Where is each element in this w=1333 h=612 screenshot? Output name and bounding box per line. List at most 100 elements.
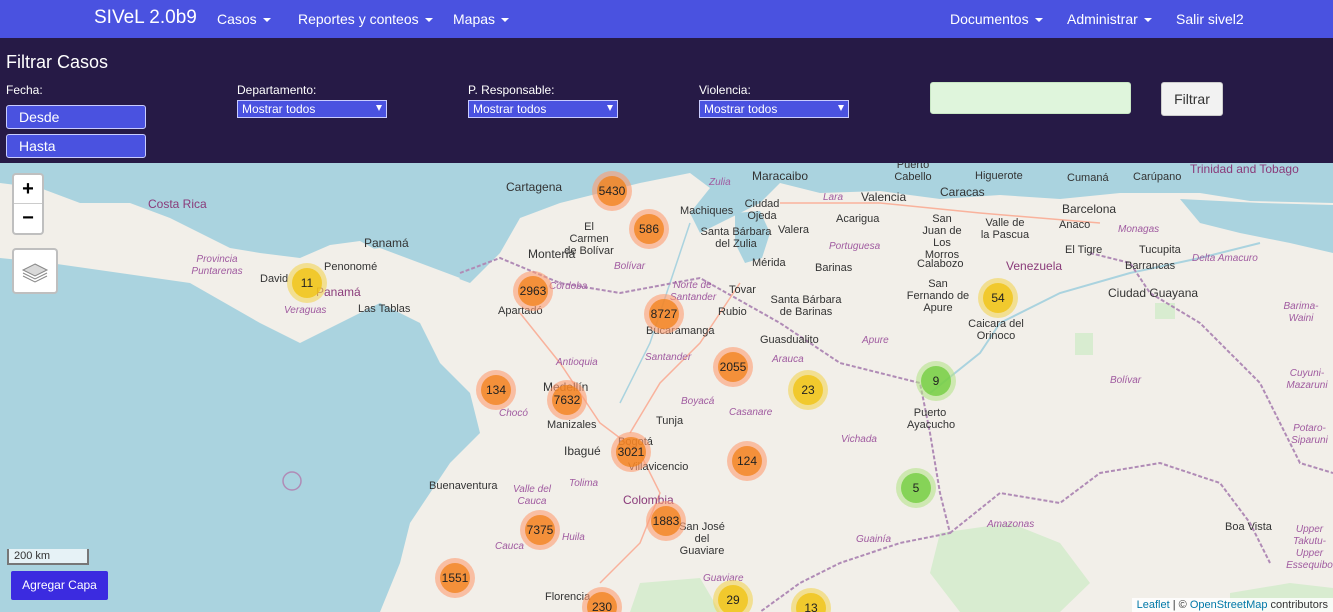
cluster-marker[interactable]: 586 (629, 209, 669, 249)
place-el-tigre: El Tigre (1065, 244, 1103, 256)
violencia-select[interactable]: Mostrar todos (699, 100, 849, 118)
place-anaco: Anaco (1059, 219, 1091, 231)
place-barcelona: Barcelona (1062, 202, 1117, 216)
cluster-marker[interactable]: 7632 (547, 380, 587, 420)
logout-link[interactable]: Salir sivel2 (1176, 11, 1244, 27)
region-amazonas: Amazonas (987, 519, 1035, 530)
region-casanare: Casanare (729, 407, 773, 418)
place-tunja: Tunja (656, 415, 684, 427)
cluster-marker[interactable]: 5 (896, 468, 936, 508)
chevron-down-icon (1034, 18, 1043, 23)
menu-mapas[interactable]: Mapas (453, 11, 510, 27)
cluster-marker[interactable]: 8727 (644, 294, 684, 334)
desde-button[interactable]: Desde (6, 105, 146, 129)
cluster-marker[interactable]: 2055 (713, 347, 753, 387)
region-cordoba: Córdoba (549, 281, 588, 292)
place-caicara: Caicara del Orinoco (968, 318, 1024, 342)
region-barima-waini: Barima-Waini (1283, 301, 1319, 324)
fecha-label: Fecha: (6, 83, 43, 97)
add-layer-button[interactable]: Agregar Capa (11, 571, 108, 600)
region-arauca: Arauca (772, 354, 804, 365)
cluster-marker[interactable]: 1551 (435, 558, 475, 598)
region-puntarenas: Provincia Puntarenas (191, 254, 243, 277)
map-canvas[interactable]: Cartagena Maracaibo Valencia Caracas Bar… (0, 163, 1333, 612)
map-attribution: Leaflet | © OpenStreetMap contributors (1131, 598, 1333, 612)
place-merida: Mérida (752, 257, 786, 269)
region-upper-takutu: Upper Takutu-Upper Essequibo (1286, 524, 1333, 571)
brand-title[interactable]: SIVeL 2.0b9 (94, 7, 197, 29)
cluster-marker[interactable]: 2963 (513, 271, 553, 311)
region-tolima: Tolima (569, 478, 599, 489)
place-valera: Valera (778, 224, 809, 236)
zoom-control: + − (12, 173, 44, 235)
place-las-tablas: Las Tablas (358, 303, 411, 315)
region-delta-amacuro: Delta Amacuro (1192, 253, 1258, 264)
departamento-select[interactable]: Mostrar todos (237, 100, 387, 118)
region-cauca: Cauca (495, 541, 524, 552)
cluster-marker[interactable]: 29 (713, 580, 753, 612)
region-guainia: Guainía (856, 534, 892, 545)
region-zulia: Zulia (709, 177, 731, 188)
cluster-marker[interactable]: 3021 (611, 432, 651, 472)
region-boyaca: Boyacá (681, 396, 715, 407)
place-maracaibo: Maracaibo (752, 169, 809, 183)
hasta-button[interactable]: Hasta (6, 134, 146, 158)
place-tucupita: Tucupita (1139, 244, 1181, 256)
filter-button[interactable]: Filtrar (1161, 82, 1223, 116)
place-calabozo: Calabozo (917, 258, 964, 270)
cluster-marker[interactable]: 1883 (646, 501, 686, 541)
region-monagas: Monagas (1118, 224, 1160, 235)
osm-link[interactable]: OpenStreetMap (1190, 599, 1268, 611)
region-cuyuni-mazaruni: Cuyuni-Mazaruni (1286, 368, 1328, 391)
cluster-marker[interactable]: 9 (916, 361, 956, 401)
place-el-carmen: El Carmen de Bolívar (564, 221, 614, 257)
region-veraguas: Veraguas (284, 305, 327, 316)
region-potaro-siparuni: Potaro-Siparuni (1291, 423, 1328, 446)
place-carupano: Carúpano (1133, 171, 1182, 183)
leaflet-link[interactable]: Leaflet (1137, 599, 1170, 611)
region-apure: Apure (862, 335, 889, 346)
menu-administrar[interactable]: Administrar (1067, 11, 1152, 27)
search-input[interactable] (930, 82, 1131, 114)
cluster-marker[interactable]: 124 (727, 441, 767, 481)
place-boa-vista: Boa Vista (1225, 521, 1272, 533)
region-santander: Santander (645, 352, 692, 363)
dropdown-arrow-icon (607, 105, 613, 111)
menu-casos[interactable]: Casos (217, 11, 271, 27)
place-ibague: Ibagué (564, 444, 601, 458)
cluster-marker[interactable]: 134 (476, 370, 516, 410)
menu-documentos[interactable]: Documentos (950, 11, 1043, 27)
cluster-marker[interactable]: 23 (788, 370, 828, 410)
place-venezuela: Venezuela (1006, 259, 1063, 273)
place-penonome: Penonomé (324, 261, 378, 273)
place-machiques: Machiques (680, 205, 734, 217)
place-acarigua: Acarigua (836, 213, 880, 225)
region-bolivar-co: Bolívar (614, 261, 646, 272)
place-manizales: Manizales (547, 419, 597, 431)
place-tovar: Tovar (729, 284, 756, 296)
place-panama-city: Panamá (364, 236, 409, 250)
cluster-marker[interactable]: 54 (978, 278, 1018, 318)
responsable-select[interactable]: Mostrar todos (468, 100, 618, 118)
place-valencia: Valencia (861, 190, 907, 204)
place-santa-barbara-barinas: Santa Bárbara de Barinas (770, 294, 842, 318)
zoom-in-button[interactable]: + (14, 175, 42, 204)
place-puerto-cabello: Puerto Cabello (894, 163, 932, 183)
place-puerto-ayacucho: Puerto Ayacucho (907, 407, 956, 431)
place-santa-barbara-zulia: Santa Bárbara del Zulia (700, 226, 772, 250)
place-guasdualito: Guasdualito (760, 334, 819, 346)
cluster-marker[interactable]: 5430 (592, 171, 632, 211)
layers-control[interactable] (12, 248, 58, 294)
filter-title: Filtrar Casos (6, 52, 109, 72)
zoom-out-button[interactable]: − (14, 204, 42, 233)
region-valle-cauca: Valle del Cauca (513, 484, 551, 507)
place-san-juan: San Juan de Los Morros (922, 213, 962, 261)
region-lara: Lara (823, 192, 844, 203)
chevron-down-icon (262, 18, 271, 23)
cluster-marker[interactable]: 7375 (520, 510, 560, 550)
menu-reportes[interactable]: Reportes y conteos (298, 11, 433, 27)
place-caracas: Caracas (940, 185, 985, 199)
cluster-marker[interactable]: 11 (287, 263, 327, 303)
place-ciudad-ojeda: Ciudad Ojeda (744, 198, 780, 222)
place-david: David (260, 273, 289, 285)
